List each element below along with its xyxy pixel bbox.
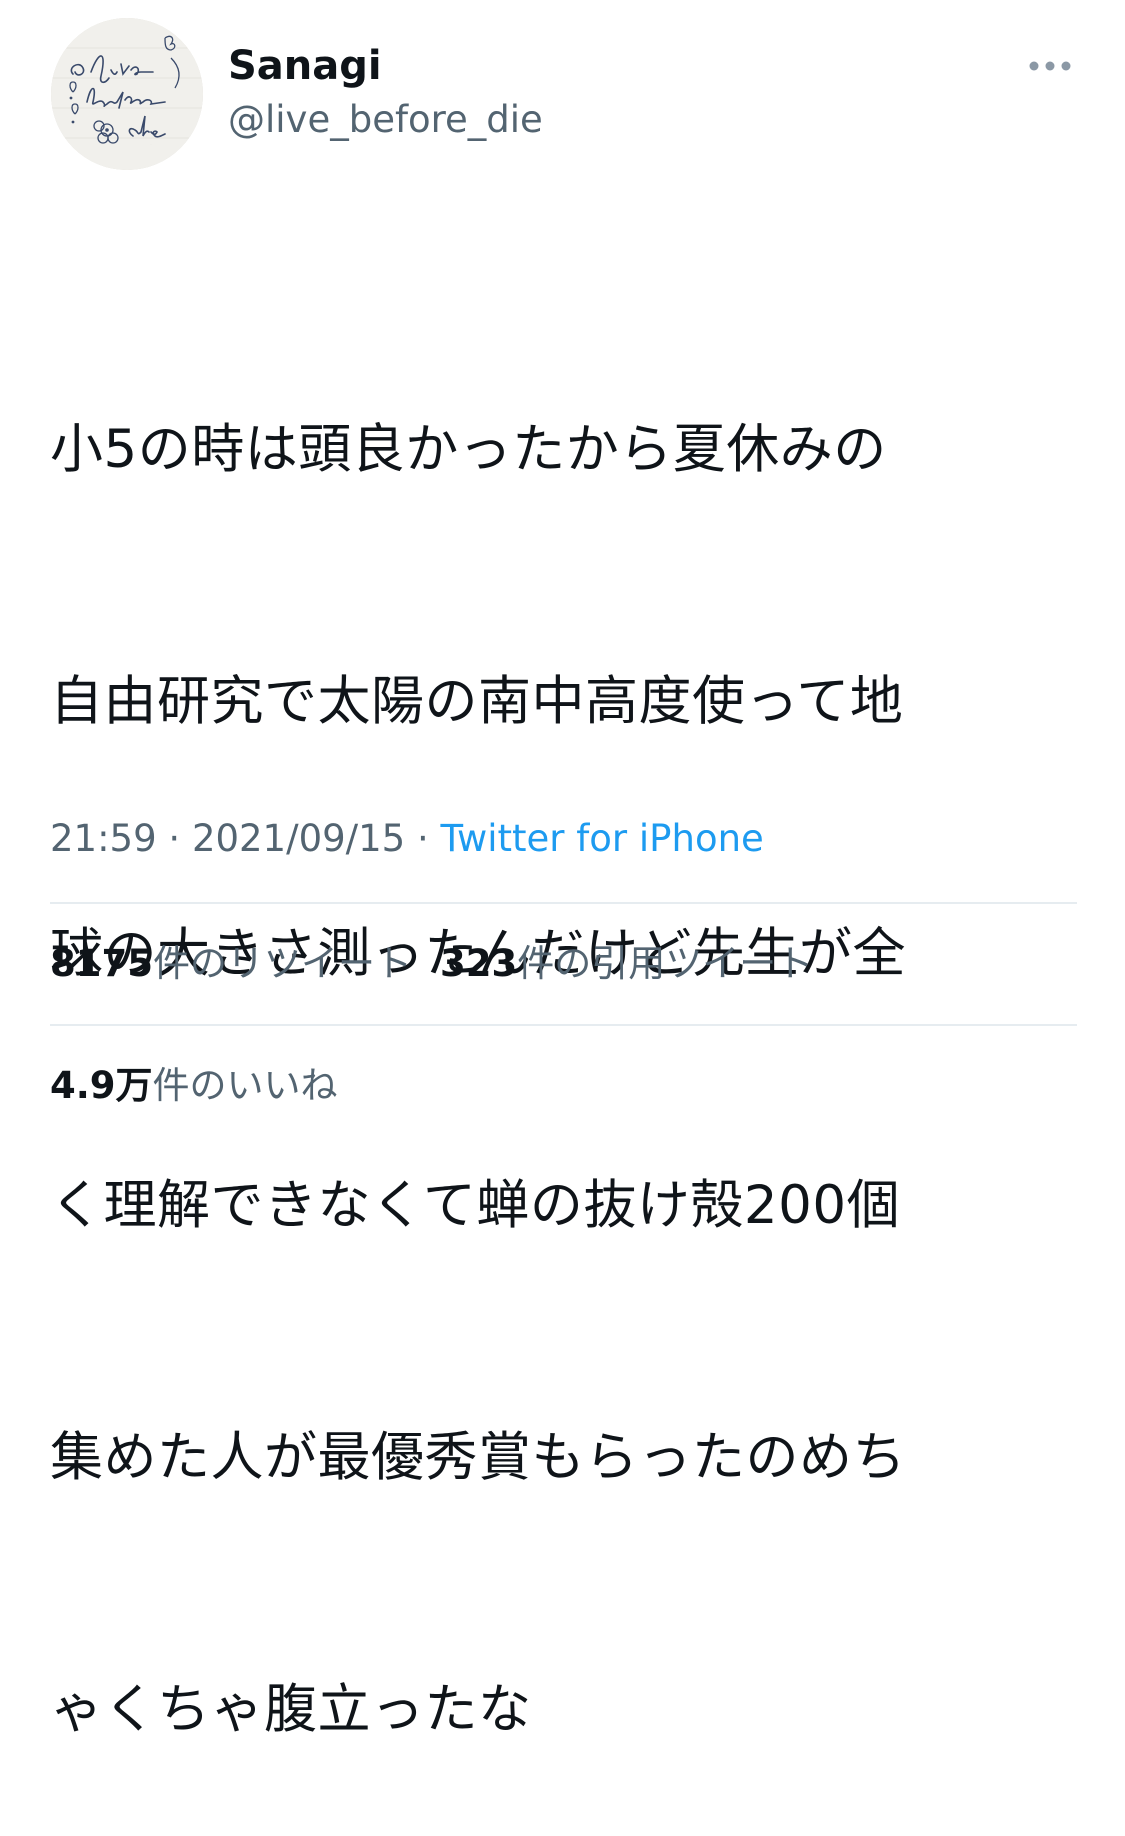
retweets-stat[interactable]: 8175件のリツイート [50,940,412,988]
tweet-metadata: 21:59 · 2021/09/15 · Twitter for iPhone [50,815,764,863]
retweets-count: 8175 [50,942,153,985]
retweets-label: 件のリツイート [153,942,412,985]
tweet-text-line: く理解できなくて蝉の抜け殻200個 [50,1164,1090,1248]
likes-count: 4.9万 [50,1064,153,1107]
meta-separator: · [157,817,192,860]
author-display-name[interactable]: Sanagi [228,42,382,90]
more-horizontal-icon [1028,60,1072,72]
tweet-text-line: ゃくちゃ腹立ったな [50,1668,1090,1752]
tweet-text: 小5の時は頭良かったから夏休みの 自由研究で太陽の南中高度使って地 球の大きさ測… [50,240,1090,1836]
tweet-text-line: 集めた人が最優秀賞もらったのめち [50,1416,1090,1500]
quote-tweets-label: 件の引用ツイート [517,942,813,985]
tweet-text-line: 自由研究で太陽の南中高度使って地 [50,660,1090,744]
quote-tweets-count: 323 [440,942,517,985]
tweet-source-link[interactable]: Twitter for iPhone [441,817,764,860]
more-options-button[interactable] [1020,48,1080,84]
engagement-stats-row: 8175件のリツイート 323件の引用ツイート [50,940,813,988]
author-handle[interactable]: @live_before_die [228,98,543,142]
quote-tweets-stat[interactable]: 323件の引用ツイート [440,940,813,988]
divider [50,1024,1077,1026]
avatar[interactable] [51,18,203,170]
meta-separator: · [405,817,440,860]
likes-label: 件のいいね [153,1064,338,1107]
avatar-image [51,18,203,170]
likes-stats-row: 4.9万件のいいね [50,1062,338,1110]
tweet-date[interactable]: 2021/09/15 [192,817,405,860]
tweet-text-line: 小5の時は頭良かったから夏休みの [50,408,1090,492]
divider [50,902,1077,904]
likes-stat[interactable]: 4.9万件のいいね [50,1062,338,1110]
tweet-time[interactable]: 21:59 [50,817,157,860]
